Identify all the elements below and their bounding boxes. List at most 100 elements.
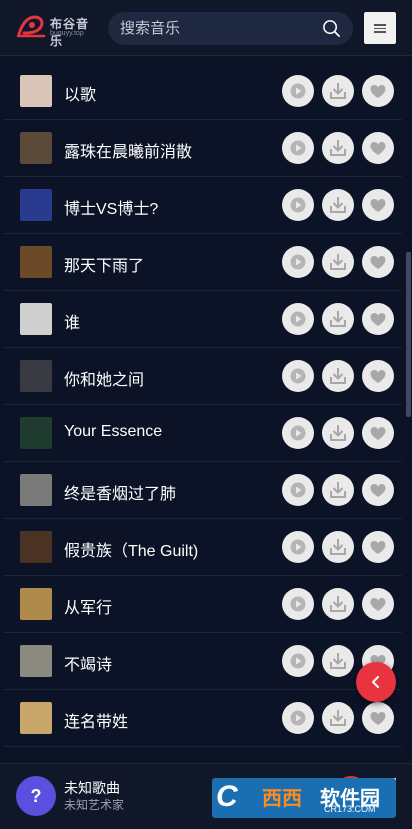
search-input[interactable] — [120, 12, 315, 45]
download-icon — [330, 311, 346, 327]
heart-icon — [370, 313, 386, 326]
song-title[interactable]: 连名带姓 — [64, 708, 128, 732]
download-button[interactable] — [322, 474, 354, 506]
menu-icon-line — [374, 24, 386, 26]
song-cover — [20, 132, 52, 164]
player-cover[interactable]: ? — [16, 776, 56, 816]
play-button[interactable] — [282, 360, 314, 392]
favorite-button[interactable] — [362, 417, 394, 449]
favorite-button[interactable] — [362, 303, 394, 335]
download-button[interactable] — [322, 189, 354, 221]
favorite-button[interactable] — [362, 246, 394, 278]
favorite-button[interactable] — [362, 702, 394, 734]
song-cover — [20, 588, 52, 620]
song-title[interactable]: Your Essence — [64, 423, 162, 441]
song-cover — [20, 246, 52, 278]
play-icon — [290, 254, 306, 270]
song-row-2[interactable]: 露珠在晨曦前消散 — [4, 120, 402, 177]
favorite-button[interactable] — [362, 588, 394, 620]
download-button[interactable] — [322, 531, 354, 563]
heart-icon — [370, 712, 386, 725]
song-row-11[interactable]: 不竭诗 — [4, 633, 402, 690]
play-button[interactable] — [282, 189, 314, 221]
back-fab-button[interactable] — [356, 662, 396, 702]
download-icon — [330, 539, 346, 555]
download-button[interactable] — [322, 75, 354, 107]
player-artist: 未知艺术家 — [64, 798, 125, 812]
song-row-9[interactable]: 假贵族（The Guilt) — [4, 519, 402, 576]
download-button[interactable] — [322, 303, 354, 335]
play-button[interactable] — [282, 531, 314, 563]
song-title[interactable]: 那天下雨了 — [64, 252, 144, 276]
favorite-button[interactable] — [362, 531, 394, 563]
song-row-3[interactable]: 博士VS博士? — [4, 177, 402, 234]
song-title[interactable]: 终是香烟过了肺 — [64, 480, 176, 504]
heart-icon — [370, 484, 386, 497]
play-button[interactable] — [282, 75, 314, 107]
favorite-button[interactable] — [362, 75, 394, 107]
song-row-4[interactable]: 那天下雨了 — [4, 234, 402, 291]
song-title[interactable]: 露珠在晨曦前消散 — [64, 138, 192, 162]
search-icon[interactable] — [322, 19, 341, 38]
download-button[interactable] — [322, 645, 354, 677]
play-icon — [290, 710, 306, 726]
download-icon — [330, 425, 346, 441]
play-button[interactable] — [282, 645, 314, 677]
menu-button[interactable] — [364, 12, 396, 44]
play-icon — [290, 197, 306, 213]
search-bar — [108, 12, 353, 45]
play-button[interactable] — [282, 132, 314, 164]
download-icon — [330, 368, 346, 384]
download-icon — [330, 596, 346, 612]
song-cover — [20, 702, 52, 734]
play-icon — [290, 425, 306, 441]
song-cover — [20, 645, 52, 677]
song-title[interactable]: 你和她之间 — [64, 366, 144, 390]
player-song-title: 未知歌曲 — [64, 780, 120, 796]
song-row-7[interactable]: Your Essence — [4, 405, 402, 462]
download-button[interactable] — [322, 132, 354, 164]
song-title[interactable]: 假贵族（The Guilt) — [64, 537, 198, 561]
favorite-button[interactable] — [362, 189, 394, 221]
play-icon — [290, 368, 306, 384]
play-button[interactable] — [282, 702, 314, 734]
heart-icon — [370, 256, 386, 269]
play-button[interactable] — [282, 474, 314, 506]
song-title[interactable]: 从军行 — [64, 594, 112, 618]
song-title[interactable]: 博士VS博士? — [64, 195, 158, 219]
song-title[interactable]: 不竭诗 — [64, 651, 112, 675]
song-row-6[interactable]: 你和她之间 — [4, 348, 402, 405]
download-icon — [330, 197, 346, 213]
song-cover — [20, 531, 52, 563]
favorite-button[interactable] — [362, 474, 394, 506]
song-row-10[interactable]: 从军行 — [4, 576, 402, 633]
favorite-button[interactable] — [362, 132, 394, 164]
song-row-1[interactable]: 以歌 — [4, 63, 402, 120]
song-row-5[interactable]: 谁 — [4, 291, 402, 348]
song-cover — [20, 189, 52, 221]
download-button[interactable] — [322, 702, 354, 734]
play-button[interactable] — [282, 588, 314, 620]
download-button[interactable] — [322, 588, 354, 620]
scrollbar-thumb[interactable] — [406, 252, 411, 417]
song-row-12[interactable]: 连名带姓 — [4, 690, 402, 747]
download-button[interactable] — [322, 246, 354, 278]
song-title[interactable]: 以歌 — [64, 81, 96, 105]
play-button[interactable] — [282, 246, 314, 278]
play-button[interactable] — [282, 417, 314, 449]
download-button[interactable] — [322, 360, 354, 392]
play-icon — [290, 596, 306, 612]
logo[interactable]: 布谷音乐 buguyy.top — [16, 12, 96, 48]
favorite-button[interactable] — [362, 360, 394, 392]
watermark-url: CR173.COM — [324, 804, 376, 814]
download-icon — [330, 653, 346, 669]
play-button[interactable] — [282, 303, 314, 335]
download-icon — [330, 482, 346, 498]
download-button[interactable] — [322, 417, 354, 449]
watermark-brand-part1: 西西 — [262, 788, 302, 810]
heart-icon — [370, 199, 386, 212]
watermark: C 西西 软件园 CR173.COM — [212, 778, 396, 818]
song-row-8[interactable]: 终是香烟过了肺 — [4, 462, 402, 519]
download-icon — [330, 83, 346, 99]
song-title[interactable]: 谁 — [64, 309, 80, 333]
